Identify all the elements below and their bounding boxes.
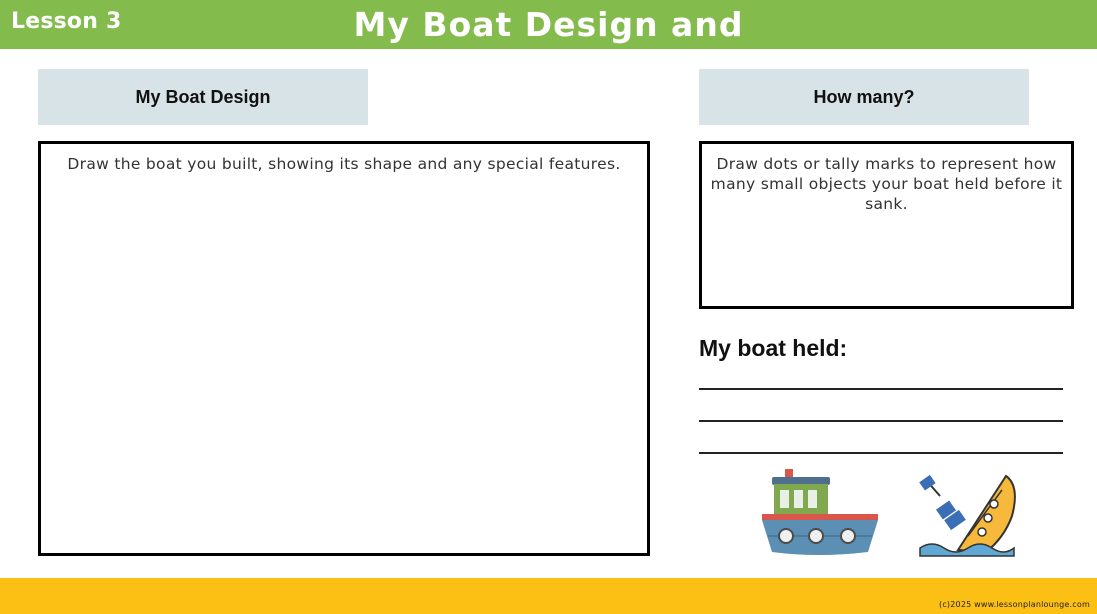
worksheet-page: Lesson 3 My Boat Design and Test! My Boa… [0,0,1097,614]
header-bar: Lesson 3 My Boat Design and Test! [0,0,1097,86]
footer-bar: (c)2025 www.lessonplanlounge.com [0,578,1097,614]
copyright-text: (c)2025 www.lessonplanlounge.com [939,600,1090,609]
design-drawing-area[interactable]: Draw the boat you built, showing its sha… [38,141,650,556]
design-instruction: Draw the boat you built, showing its sha… [67,155,621,173]
answer-line-2[interactable] [699,420,1063,422]
answer-line-3[interactable] [699,452,1063,454]
count-heading-box: How many? [699,69,1029,125]
floating-boat-icon [762,469,878,555]
design-heading: My Boat Design [135,86,271,107]
lesson-label: Lesson 3 [11,9,122,34]
count-drawing-area[interactable]: Draw dots or tally marks to represent ho… [699,141,1074,309]
count-instruction: Draw dots or tally marks to represent ho… [710,155,1063,213]
design-heading-box: My Boat Design [38,69,368,125]
count-heading: How many? [813,86,915,107]
answer-line-1[interactable] [699,388,1063,390]
sinking-boat-icon [919,474,1016,557]
held-heading: My boat held: [699,335,848,361]
